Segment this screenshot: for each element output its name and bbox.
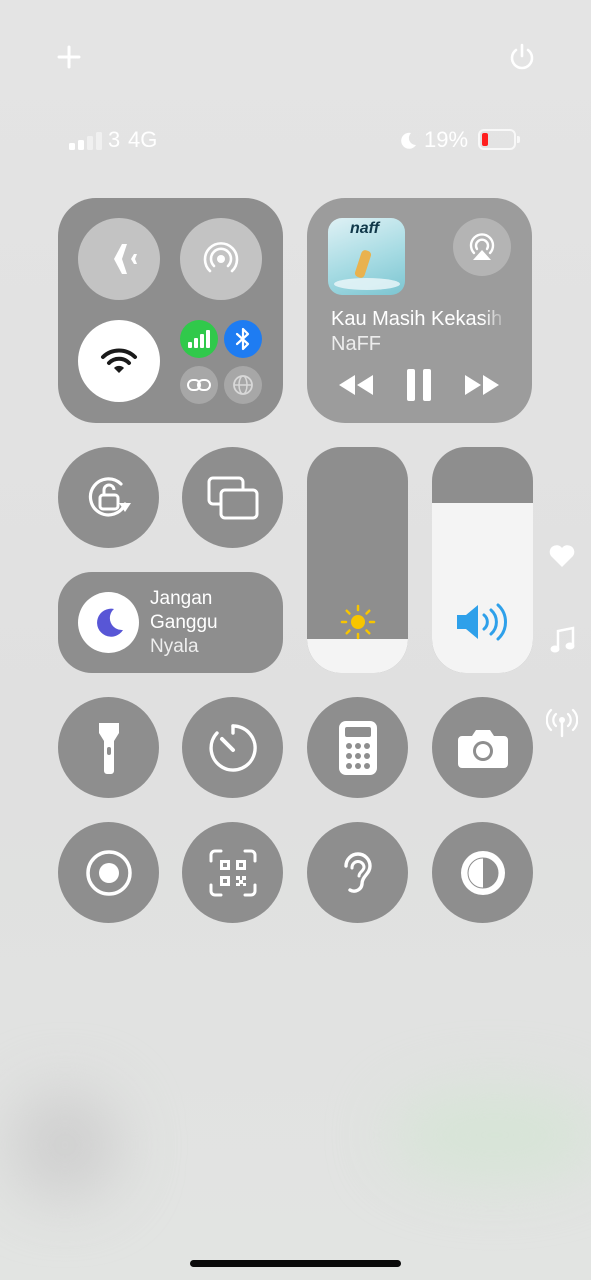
airdrop-icon — [203, 242, 239, 273]
focus-status: Nyala — [150, 636, 199, 657]
plus-icon — [57, 45, 81, 69]
album-art-text: naff — [350, 220, 380, 237]
rewind-icon — [339, 375, 373, 395]
signal-strength-icon — [69, 132, 102, 150]
link-icon — [187, 379, 211, 391]
focus-label-1: Jangan — [150, 588, 213, 609]
calculator-icon — [338, 720, 377, 775]
forward-button[interactable] — [463, 372, 501, 398]
calculator-button[interactable] — [307, 697, 408, 798]
moon-icon — [96, 608, 123, 637]
now-playing-tile[interactable]: naff Kau Masih Kekasih NaFF — [307, 198, 532, 423]
dark-mode-button[interactable] — [432, 822, 533, 923]
music-note-icon — [550, 626, 575, 653]
hearing-icon — [343, 851, 372, 893]
qr-scanner-icon — [209, 849, 256, 896]
track-title: Kau Masih Kekasih — [331, 308, 503, 330]
hearing-button[interactable] — [307, 822, 408, 923]
qr-scanner-button[interactable] — [182, 822, 283, 923]
flashlight-button[interactable] — [58, 697, 159, 798]
wifi-icon — [101, 348, 137, 373]
wifi-button[interactable] — [78, 320, 160, 402]
flashlight-icon — [98, 722, 119, 774]
airdrop-button[interactable] — [180, 218, 262, 300]
album-art: naff — [328, 218, 405, 295]
battery-icon — [478, 129, 520, 151]
status-bar: 3 4G 19% — [68, 126, 528, 156]
camera-button[interactable] — [432, 697, 533, 798]
airplay-button[interactable] — [453, 218, 511, 276]
airplay-icon — [469, 233, 495, 260]
bluetooth-button[interactable] — [224, 320, 262, 358]
network-type: 4G — [128, 127, 158, 152]
focus-icon-circle — [78, 592, 139, 653]
orientation-lock-icon — [88, 476, 131, 517]
airplane-icon — [102, 244, 137, 274]
carrier-label: 3 — [108, 127, 121, 152]
connectivity-tile — [58, 198, 283, 423]
brightness-slider[interactable] — [307, 447, 408, 673]
battery-percent: 19% — [424, 127, 469, 152]
screen-record-icon — [85, 849, 132, 896]
hotspot-button[interactable] — [180, 366, 218, 404]
timer-icon — [208, 723, 257, 772]
home-indicator[interactable] — [190, 1260, 401, 1267]
screen-record-button[interactable] — [58, 822, 159, 923]
airplane-mode-button[interactable] — [78, 218, 160, 300]
antenna-icon — [546, 708, 578, 738]
track-artist: NaFF — [331, 333, 381, 355]
brightness-fill — [307, 639, 408, 673]
cellular-button[interactable] — [180, 320, 218, 358]
volume-fill — [432, 503, 533, 673]
sun-icon — [340, 604, 376, 640]
screen-mirroring-icon — [207, 476, 258, 519]
cellular-icon — [188, 330, 210, 348]
power-button[interactable] — [505, 40, 539, 74]
forward-icon — [465, 375, 499, 395]
power-icon — [510, 43, 534, 70]
volume-slider[interactable] — [432, 447, 533, 673]
screen-mirroring-button[interactable] — [182, 447, 283, 548]
dark-mode-icon — [460, 850, 505, 895]
orientation-lock-button[interactable] — [58, 447, 159, 548]
vpn-button[interactable] — [224, 366, 262, 404]
bluetooth-icon — [235, 327, 250, 351]
rewind-button[interactable] — [337, 372, 375, 398]
moon-icon — [401, 132, 416, 149]
camera-icon — [457, 729, 508, 768]
focus-label-2: Ganggu — [150, 612, 218, 633]
globe-icon — [233, 375, 253, 395]
speaker-icon — [457, 603, 508, 641]
focus-dnd-tile[interactable]: Jangan Ganggu Nyala — [58, 572, 283, 673]
timer-button[interactable] — [182, 697, 283, 798]
pause-icon — [407, 369, 431, 401]
pause-button[interactable] — [405, 368, 433, 402]
heart-icon — [549, 545, 575, 567]
add-button[interactable] — [52, 40, 86, 74]
